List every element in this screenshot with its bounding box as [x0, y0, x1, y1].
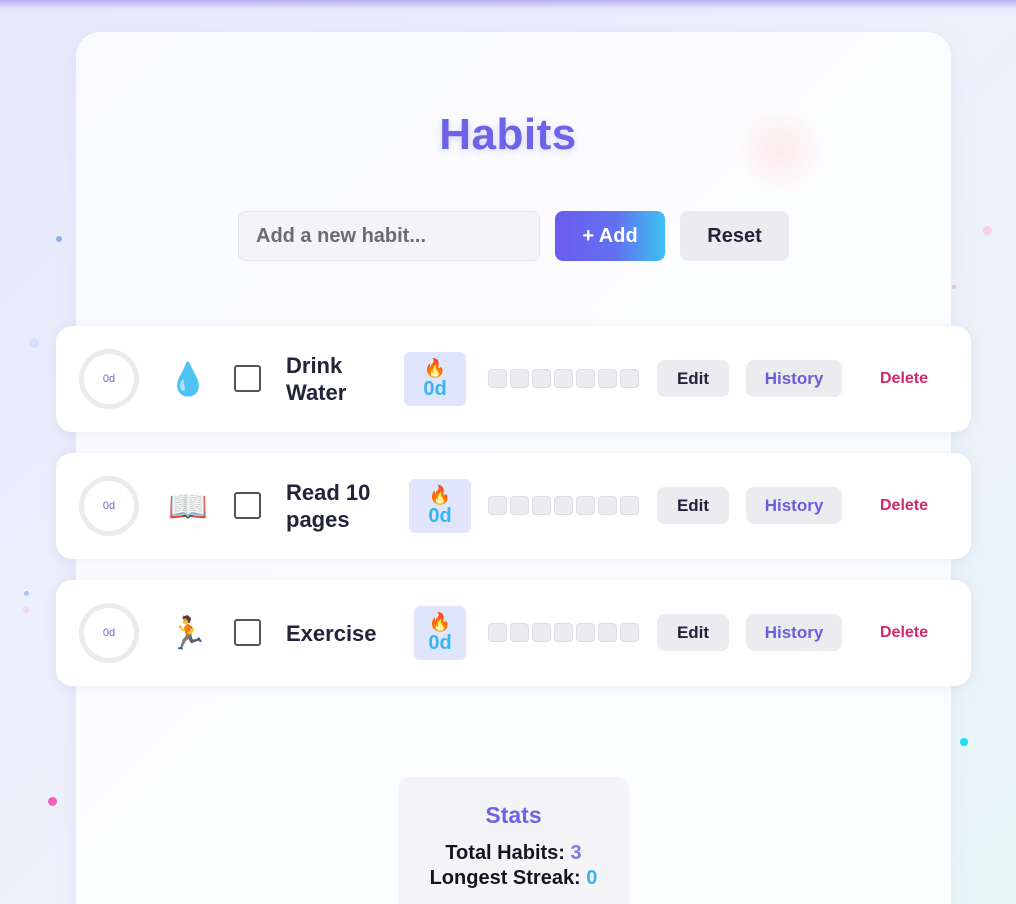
day-cell[interactable] [532, 623, 551, 642]
progress-ring: 0d [79, 349, 139, 409]
day-cell[interactable] [598, 496, 617, 515]
water-drop-icon: 💧 [168, 361, 208, 397]
edit-button[interactable]: Edit [657, 487, 729, 524]
edit-button[interactable]: Edit [657, 614, 729, 651]
habit-name: Exercise [286, 620, 377, 646]
delete-button[interactable]: Delete [864, 614, 944, 651]
delete-button[interactable]: Delete [864, 360, 944, 397]
reset-button[interactable]: Reset [680, 211, 789, 261]
day-cell[interactable] [532, 496, 551, 515]
decor-dot [29, 338, 39, 348]
habit-checkbox[interactable] [234, 619, 261, 646]
day-cell[interactable] [488, 496, 507, 515]
add-habit-button[interactable]: + Add [555, 211, 665, 261]
runner-icon: 🏃 [168, 615, 208, 651]
ring-label: 0d [102, 500, 116, 512]
ring-label: 0d [102, 373, 116, 385]
day-cell[interactable] [576, 496, 595, 515]
new-habit-input[interactable] [238, 211, 540, 261]
habit-checkbox[interactable] [234, 365, 261, 392]
history-button[interactable]: History [746, 360, 842, 397]
day-cell[interactable] [576, 369, 595, 388]
flame-icon: 🔥 [423, 358, 447, 378]
longest-streak-value: 0 [586, 867, 598, 889]
longest-streak-label: Longest Streak: [429, 867, 581, 889]
habit-name: Read 10 pages [286, 480, 371, 532]
decor-dot [983, 226, 992, 235]
week-tracker [488, 623, 639, 642]
day-cell[interactable] [620, 623, 639, 642]
day-cell[interactable] [488, 623, 507, 642]
day-cell[interactable] [620, 496, 639, 515]
top-gradient-bar [0, 0, 1016, 14]
day-cell[interactable] [532, 369, 551, 388]
total-habits-value: 3 [570, 842, 582, 864]
longest-streak-stat: Longest Streak: 0 [398, 866, 629, 891]
page-title: Habits [439, 110, 577, 159]
day-cell[interactable] [554, 623, 573, 642]
day-cell[interactable] [554, 496, 573, 515]
progress-ring: 0d [79, 476, 139, 536]
day-cell[interactable] [554, 369, 573, 388]
stats-title: Stats [485, 802, 542, 828]
history-button[interactable]: History [746, 614, 842, 651]
week-tracker [488, 496, 639, 515]
day-cell[interactable] [620, 369, 639, 388]
habit-checkbox[interactable] [234, 492, 261, 519]
streak-badge: 🔥 0d [409, 479, 471, 533]
decor-dot [24, 591, 29, 596]
decor-dot [56, 236, 62, 242]
total-habits-stat: Total Habits: 3 [398, 841, 629, 866]
habit-row: 0d 🏃 Exercise 🔥 0d Edit History Delete [56, 580, 971, 686]
habit-row: 0d 💧 Drink Water 🔥 0d Edit History Delet… [56, 326, 971, 432]
flame-icon: 🔥 [428, 612, 452, 632]
total-habits-label: Total Habits: [445, 842, 565, 864]
day-cell[interactable] [510, 496, 529, 515]
stats-panel: Stats Total Habits: 3 Longest Streak: 0 [398, 777, 629, 904]
ring-label: 0d [102, 627, 116, 639]
book-icon: 📖 [168, 488, 208, 524]
decor-dot [48, 797, 57, 806]
streak-value: 0d [428, 505, 452, 527]
edit-button[interactable]: Edit [657, 360, 729, 397]
delete-button[interactable]: Delete [864, 487, 944, 524]
flame-icon: 🔥 [428, 485, 452, 505]
day-cell[interactable] [576, 623, 595, 642]
decor-dot [960, 738, 968, 746]
streak-value: 0d [428, 632, 452, 654]
streak-badge: 🔥 0d [414, 606, 466, 660]
habit-row: 0d 📖 Read 10 pages 🔥 0d Edit History Del… [56, 453, 971, 559]
day-cell[interactable] [598, 369, 617, 388]
day-cell[interactable] [598, 623, 617, 642]
streak-badge: 🔥 0d [404, 352, 466, 406]
day-cell[interactable] [488, 369, 507, 388]
day-cell[interactable] [510, 369, 529, 388]
decor-dot [23, 607, 29, 613]
progress-ring: 0d [79, 603, 139, 663]
streak-value: 0d [423, 378, 447, 400]
day-cell[interactable] [510, 623, 529, 642]
decor-dot [952, 285, 956, 289]
history-button[interactable]: History [746, 487, 842, 524]
habit-name: Drink Water [286, 353, 347, 405]
week-tracker [488, 369, 639, 388]
